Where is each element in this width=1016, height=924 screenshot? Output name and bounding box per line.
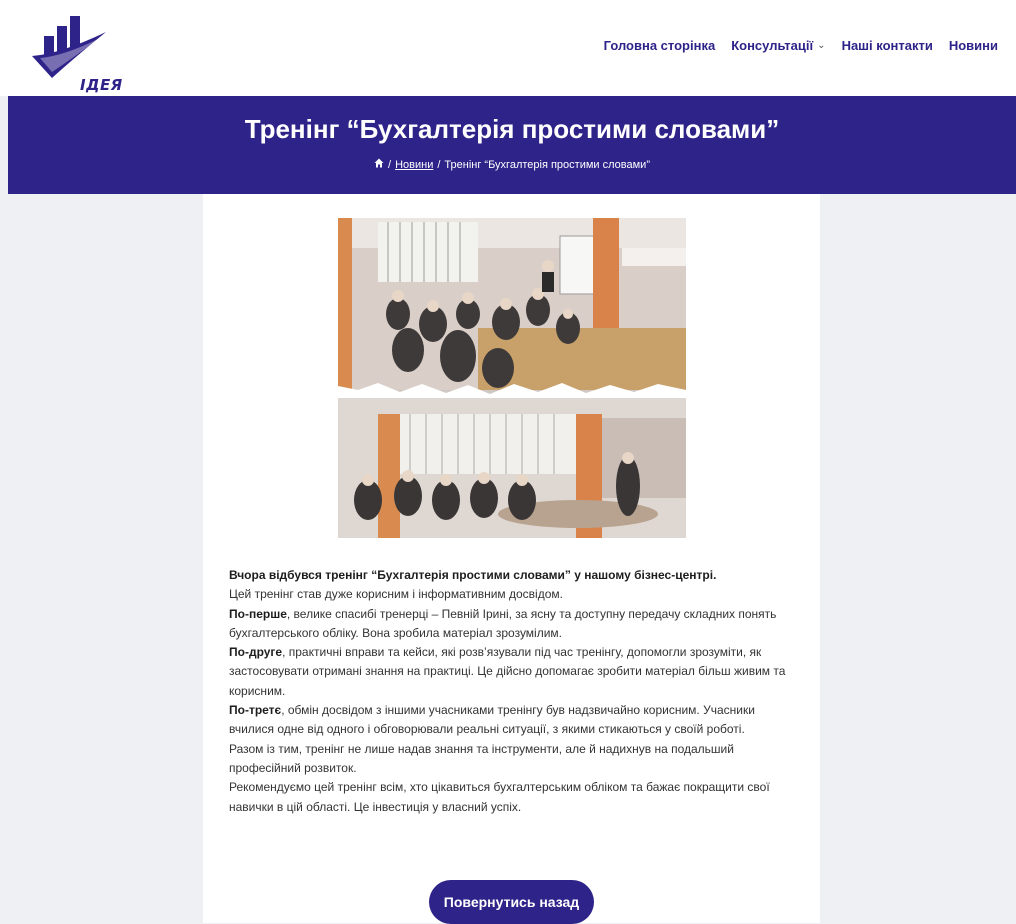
site-header: ІДЕЯ Головна сторінка Консультації ⌄ Наш… (0, 0, 1016, 96)
page-hero: Тренінг “Бухгалтерія простими словами” /… (8, 96, 1016, 194)
article-text: Разом із тим, тренінг не лише надав знан… (229, 741, 734, 775)
logo-icon (32, 16, 106, 78)
article-text: Рекомендуємо цей тренінг всім, хто цікав… (229, 780, 770, 814)
nav-consultations[interactable]: Консультації ⌄ (731, 38, 825, 53)
nav-consultations-label: Консультації (731, 38, 814, 53)
nav-contacts-label: Наші контакти (841, 38, 933, 53)
logo-text: ІДЕЯ (80, 76, 123, 94)
article-paragraph: Вчора відбувся тренінг “Бухгалтерія прос… (229, 566, 799, 585)
article-text: , обмін досвідом з іншими учасниками тре… (229, 703, 755, 737)
article-card: Вчора відбувся тренінг “Бухгалтерія прос… (203, 194, 820, 924)
main-nav: Головна сторінка Консультації ⌄ Наші кон… (604, 38, 998, 53)
nav-home[interactable]: Головна сторінка (604, 38, 716, 53)
article-text: , велике спасибі тренерці – Певній Ірині… (229, 606, 777, 640)
article-point-label: По-перше (229, 606, 287, 621)
nav-contacts[interactable]: Наші контакти (842, 38, 933, 53)
logo[interactable]: ІДЕЯ (30, 14, 122, 94)
article-text: , практичні вправи та кейси, які розв’яз… (229, 645, 786, 698)
training-collage-image (338, 218, 686, 538)
article-point-label: По-третє (229, 703, 282, 718)
article-paragraph: По-друге, практичні вправи та кейси, які… (229, 643, 799, 701)
article-paragraph: Разом із тим, тренінг не лише надав знан… (229, 740, 799, 779)
page-title: Тренінг “Бухгалтерія простими словами” (244, 114, 780, 144)
breadcrumb-separator: / (437, 158, 441, 171)
breadcrumb-news-link[interactable]: Новини (395, 159, 433, 171)
article-paragraph: Цей тренінг став дуже корисним і інформа… (229, 585, 799, 604)
nav-home-label: Головна сторінка (603, 38, 716, 53)
breadcrumb-current: Тренінг “Бухгалтерія простими словами” (444, 158, 650, 171)
nav-news[interactable]: Новини (949, 38, 998, 53)
back-button[interactable]: Повернутись назад (429, 880, 594, 924)
article-text: Цей тренінг став дуже корисним і інформа… (229, 587, 563, 602)
article-paragraph: По-третє, обмін досвідом з іншими учасни… (229, 701, 799, 740)
nav-news-label: Новини (948, 38, 998, 53)
breadcrumb-separator: / (388, 158, 392, 171)
home-icon[interactable] (374, 158, 384, 171)
article-body: Вчора відбувся тренінг “Бухгалтерія прос… (229, 566, 799, 817)
article-photo (338, 218, 686, 538)
chevron-down-icon: ⌄ (817, 40, 826, 51)
article-point-label: По-друге (229, 645, 283, 660)
article-paragraph: Рекомендуємо цей тренінг всім, хто цікав… (229, 778, 799, 817)
article-lead: Вчора відбувся тренінг “Бухгалтерія прос… (229, 568, 717, 582)
breadcrumb: / Новини / Тренінг “Бухгалтерія простими… (8, 158, 1016, 171)
article-paragraph: По-перше, велике спасибі тренерці – Певн… (229, 605, 799, 644)
